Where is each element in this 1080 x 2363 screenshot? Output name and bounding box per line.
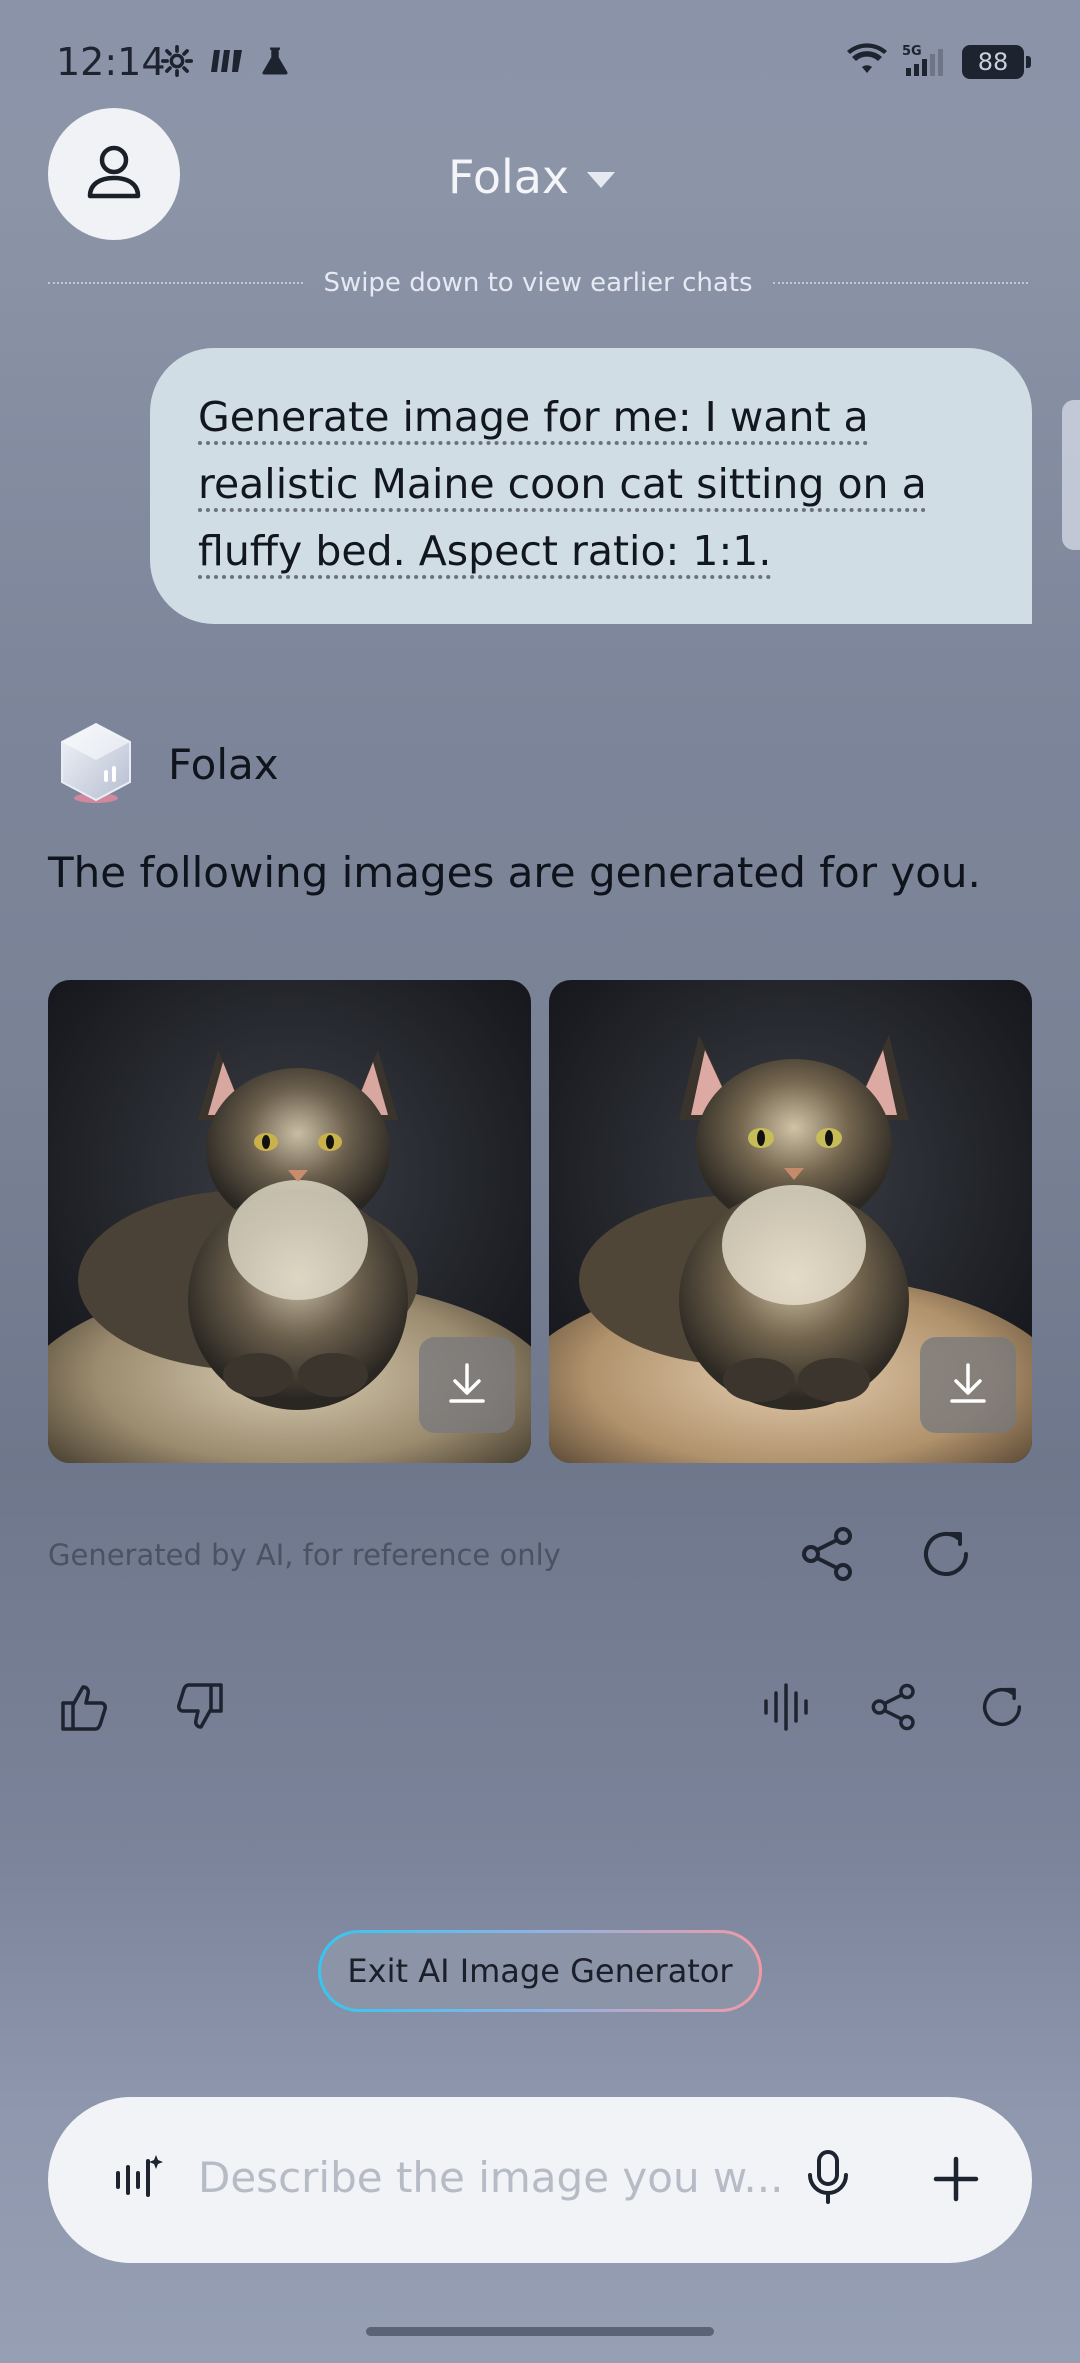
settings-gear-icon [160, 44, 194, 82]
read-aloud-button[interactable] [756, 1680, 816, 1738]
add-attachment-button[interactable] [924, 2149, 988, 2213]
assistant-name: Folax [168, 739, 279, 789]
svg-text:5G: 5G [902, 44, 922, 59]
regenerate-images-button[interactable] [912, 1526, 980, 1586]
signal-5g-icon: 5G [902, 42, 948, 82]
status-bar: 12:14 5G 88 [0, 0, 1080, 130]
status-icons-right: 5G 88 [846, 42, 1031, 82]
share-icon [799, 1526, 857, 1586]
share-response-button[interactable] [864, 1680, 924, 1738]
assistant-logo-icon [56, 720, 136, 808]
swipe-hint: Swipe down to view earlier chats [48, 268, 1029, 298]
voice-wave-icon [760, 1681, 812, 1737]
wifi-icon [846, 43, 888, 81]
exit-ai-image-generator-button[interactable]: Exit AI Image Generator [318, 1930, 762, 2012]
microphone-button[interactable] [796, 2147, 860, 2211]
download-image-1-button[interactable] [419, 1337, 515, 1433]
swipe-hint-text: Swipe down to view earlier chats [323, 268, 753, 298]
share-icon [869, 1682, 919, 1736]
profile-avatar-button[interactable] [48, 108, 180, 240]
thumbs-up-button[interactable] [56, 1680, 114, 1738]
regenerate-response-button[interactable] [972, 1680, 1032, 1738]
ai-disclaimer: Generated by AI, for reference only [48, 1538, 561, 1572]
chevron-down-icon [587, 172, 616, 188]
app-notification-icon [208, 46, 246, 80]
share-images-button[interactable] [794, 1526, 862, 1586]
generated-images [48, 980, 1032, 1463]
assistant-header: Folax [56, 720, 279, 808]
voice-mode-button[interactable] [108, 2149, 168, 2209]
generated-image-1[interactable] [48, 980, 531, 1463]
status-time: 12:14 [56, 40, 166, 84]
download-icon [946, 1361, 990, 1409]
thumbs-down-icon [173, 1681, 225, 1737]
battery-indicator: 88 [962, 45, 1031, 79]
edge-panel-handle[interactable] [1062, 400, 1080, 550]
thumbs-down-button[interactable] [170, 1680, 228, 1738]
exit-button-label: Exit AI Image Generator [321, 1933, 759, 2009]
user-message-bubble[interactable]: Generate image for me: I want a realisti… [150, 348, 1032, 624]
plus-icon [932, 2155, 980, 2207]
flask-icon [260, 45, 290, 81]
user-message-line: Generate image for me: I want a [198, 393, 869, 441]
assistant-response-text: The following images are generated for y… [48, 848, 981, 897]
refresh-icon [916, 1524, 976, 1588]
model-selector[interactable]: Folax [448, 150, 616, 204]
microphone-icon [802, 2149, 854, 2209]
user-icon [82, 140, 146, 208]
download-icon [445, 1361, 489, 1409]
status-icons-left [160, 44, 290, 82]
thumbs-up-icon [59, 1681, 111, 1737]
sparkle-wave-icon [112, 2151, 164, 2207]
divider [772, 282, 1029, 284]
home-indicator[interactable] [366, 2327, 714, 2336]
prompt-input-bar: Describe the image you w... [48, 2097, 1032, 2263]
divider [48, 282, 304, 284]
refresh-icon [976, 1681, 1028, 1737]
prompt-input[interactable]: Describe the image you w... [198, 2153, 783, 2202]
user-message-line: fluffy bed. Aspect ratio: 1:1. [198, 527, 772, 575]
app-title-text: Folax [448, 150, 570, 204]
user-message-line: realistic Maine coon cat sitting on a [198, 460, 927, 508]
download-image-2-button[interactable] [920, 1337, 1016, 1433]
generated-image-2[interactable] [549, 980, 1032, 1463]
